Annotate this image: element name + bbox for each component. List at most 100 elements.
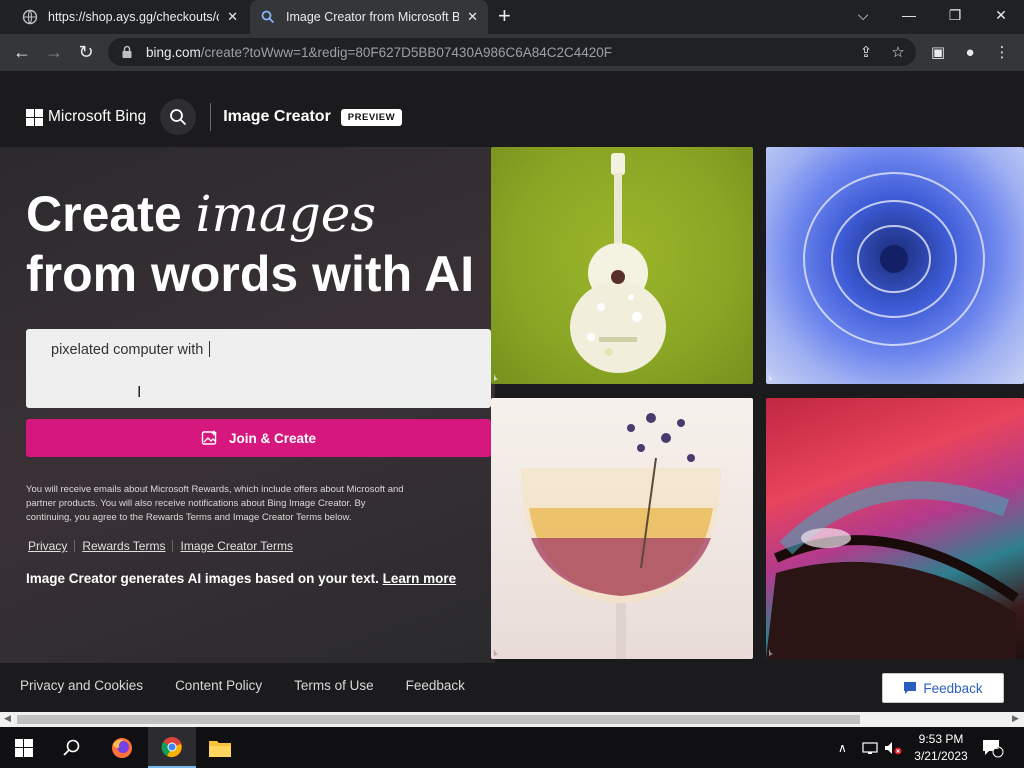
headline-italic: images	[195, 185, 376, 243]
tagline-text: Image Creator generates AI images based …	[26, 571, 383, 586]
forward-icon[interactable]: →	[40, 38, 68, 66]
profile-icon[interactable]: ●	[956, 38, 984, 66]
taskbar-search-button[interactable]	[48, 727, 96, 768]
back-icon[interactable]: ←	[8, 38, 36, 66]
restore-icon[interactable]: ❐	[932, 0, 978, 30]
scroll-right-arrow-icon[interactable]: ▶	[1012, 713, 1019, 724]
terms-links: Privacy Rewards Terms Image Creator Term…	[28, 539, 293, 553]
close-tab-icon[interactable]: ✕	[227, 9, 238, 25]
scroll-left-arrow-icon[interactable]: ◀	[4, 713, 11, 724]
globe-icon	[22, 9, 38, 25]
volume-muted-icon[interactable]	[884, 727, 902, 768]
sample-image-guitar[interactable]	[491, 147, 753, 384]
search-icon	[63, 739, 80, 756]
browser-toolbar: ← → ↻ bing.com/create?toWww=1&redig=80F6…	[0, 34, 1024, 71]
lock-icon	[122, 45, 132, 58]
start-button[interactable]	[0, 727, 48, 768]
tagline: Image Creator generates AI images based …	[26, 571, 456, 586]
horizontal-scrollbar[interactable]: ◀ ▶	[0, 712, 1024, 727]
header-divider	[210, 103, 212, 131]
browser-tab-shop[interactable]: https://shop.ays.gg/checkouts/c/ ✕	[12, 0, 248, 34]
prompt-input[interactable]: pixelated computer with	[26, 329, 491, 408]
rewards-terms-link[interactable]: Rewards Terms	[82, 539, 165, 553]
network-icon[interactable]	[862, 727, 878, 768]
footer-link-privacy-cookies[interactable]: Privacy and Cookies	[20, 678, 143, 693]
product-title[interactable]: Image Creator	[223, 108, 331, 126]
firefox-taskbar-button[interactable]	[98, 727, 146, 768]
tab-title: https://shop.ays.gg/checkouts/c/	[48, 10, 220, 24]
bing-mark-icon	[494, 374, 498, 381]
image-create-icon	[201, 430, 217, 445]
tab-title: Image Creator from Microsoft Bing	[286, 10, 460, 24]
chrome-taskbar-button[interactable]	[148, 727, 196, 768]
menu-kebab-icon[interactable]: ⋮	[988, 38, 1016, 66]
firefox-icon	[112, 737, 132, 758]
headline-part-1: Create	[26, 186, 196, 242]
browser-tab-image-creator[interactable]: Image Creator from Microsoft Bing ✕	[250, 0, 488, 34]
feedback-button-label: Feedback	[923, 680, 983, 696]
notification-center-icon[interactable]: 1	[982, 727, 1004, 768]
link-separator	[172, 540, 174, 552]
bing-mark-icon	[494, 649, 498, 656]
join-and-create-button[interactable]: Join & Create	[26, 419, 491, 457]
url-host: bing.com	[146, 44, 201, 60]
page-headline: Create images from words with AI	[26, 184, 486, 304]
flower-guitar-illustration	[570, 153, 666, 373]
rewards-disclaimer: You will receive emails about Microsoft …	[26, 484, 404, 523]
footer-link-content-policy[interactable]: Content Policy	[175, 678, 262, 693]
image-creator-terms-link[interactable]: Image Creator Terms	[180, 539, 292, 553]
search-button[interactable]	[160, 99, 197, 135]
windows-logo-icon	[15, 738, 33, 757]
headline-part-2: from words with AI	[26, 246, 475, 302]
close-window-icon[interactable]: ✕	[978, 0, 1024, 30]
minimize-icon[interactable]: —	[886, 0, 932, 30]
footer-link-feedback[interactable]: Feedback	[406, 678, 465, 693]
footer-links: Privacy and Cookies Content Policy Terms…	[20, 678, 497, 693]
chrome-icon	[161, 736, 182, 757]
chat-bubble-icon	[904, 682, 917, 694]
scrollbar-thumb[interactable]	[17, 715, 860, 724]
blue-dahlia-illustration	[803, 172, 985, 346]
folder-icon	[209, 740, 231, 757]
sample-image-dahlia[interactable]	[766, 147, 1024, 384]
eye-makeup-illustration	[766, 481, 1019, 659]
page-content: Microsoft Bing Image Creator PREVIEW Cre…	[0, 71, 1024, 712]
notification-count: 1	[994, 741, 1000, 751]
site-header: Microsoft Bing Image Creator PREVIEW	[26, 99, 403, 135]
clock-date: 3/21/2023	[914, 749, 968, 763]
footer-link-terms-of-use[interactable]: Terms of Use	[294, 678, 374, 693]
close-tab-icon[interactable]: ✕	[467, 9, 478, 25]
prompt-text: pixelated computer with	[51, 342, 208, 358]
preview-badge: PREVIEW	[340, 108, 403, 126]
windows-taskbar: ∧ 9:53 PM 3/21/2023 1	[0, 727, 1024, 768]
search-icon	[261, 10, 275, 24]
tray-overflow-chevron-icon[interactable]: ∧	[838, 727, 847, 768]
new-tab-icon[interactable]: +	[498, 5, 511, 27]
bookmark-star-icon[interactable]: ☆	[884, 38, 912, 66]
microsoft-logo-icon[interactable]	[26, 108, 43, 126]
privacy-link[interactable]: Privacy	[28, 539, 67, 553]
tab-search-chevron-icon[interactable]: ⌵	[840, 0, 886, 30]
clock-time: 9:53 PM	[918, 732, 964, 746]
learn-more-link[interactable]: Learn more	[383, 571, 457, 586]
file-explorer-taskbar-button[interactable]	[196, 727, 244, 768]
site-footer: Privacy and Cookies Content Policy Terms…	[0, 663, 1024, 712]
brand-name[interactable]: Microsoft Bing	[48, 108, 146, 126]
cocktail-glass-illustration	[521, 413, 721, 659]
ibeam-cursor-icon: I	[137, 384, 142, 401]
sample-image-eye-makeup[interactable]	[766, 398, 1024, 659]
bing-mark-icon	[769, 649, 773, 656]
url-path: /create?toWww=1&redig=80F627D5BB07430A98…	[200, 44, 613, 60]
browser-tab-bar: https://shop.ays.gg/checkouts/c/ ✕ Image…	[0, 0, 1024, 34]
url-text: bing.com/create?toWww=1&redig=80F627D5BB…	[146, 45, 612, 60]
sample-image-cocktail[interactable]	[491, 398, 753, 659]
system-clock[interactable]: 9:53 PM 3/21/2023	[910, 731, 972, 765]
feedback-button[interactable]: Feedback	[882, 673, 1004, 703]
side-panel-icon[interactable]: ▣	[924, 38, 952, 66]
link-separator	[74, 540, 76, 552]
reload-icon[interactable]: ↻	[72, 38, 100, 66]
address-bar[interactable]: bing.com/create?toWww=1&redig=80F627D5BB…	[108, 38, 916, 66]
join-button-label: Join & Create	[228, 430, 317, 446]
share-icon[interactable]: ⇪	[852, 38, 880, 66]
text-caret	[209, 341, 211, 357]
